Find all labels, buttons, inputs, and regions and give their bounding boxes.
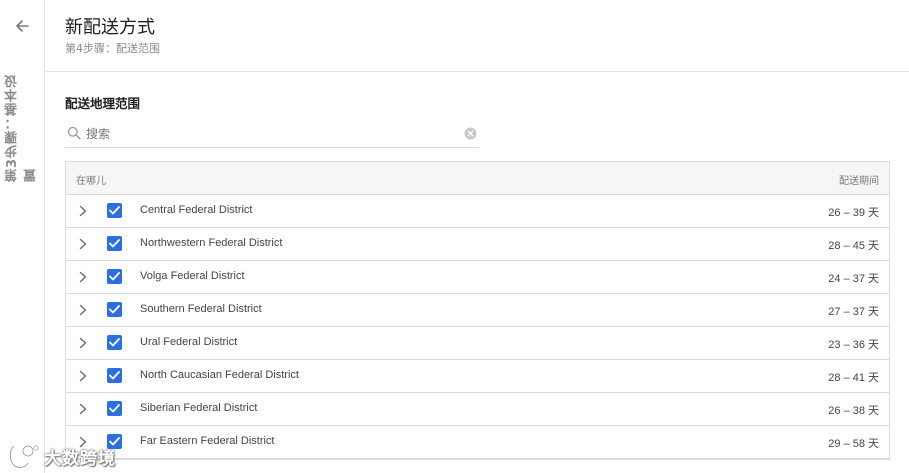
region-name: Central Federal District [140, 204, 253, 216]
region-name: Volga Federal District [140, 270, 245, 282]
table-row: Volga Federal District 24 – 37 天 [66, 261, 889, 294]
period-unit: 天 [868, 371, 879, 384]
checkmark-icon [109, 305, 120, 314]
period-unit: 天 [868, 305, 879, 318]
region-name: Ural Federal District [140, 336, 238, 348]
expand-row-button[interactable] [76, 336, 90, 350]
region-name: Northwestern Federal District [140, 237, 283, 249]
period-unit: 天 [868, 239, 879, 252]
regions-table: 在哪儿 配送期间 Central Federal District 26 – 3… [65, 161, 890, 460]
chevron-right-icon [79, 370, 87, 382]
chevron-right-icon [79, 205, 87, 217]
expand-row-button[interactable] [76, 369, 90, 383]
period-range: 28 – 45 [828, 240, 865, 252]
period-range: 29 – 58 [828, 438, 865, 450]
delivery-period: 24 – 37 天 [828, 270, 879, 286]
table-row: Southern Federal District 27 – 37 天 [66, 294, 889, 327]
previous-step-link[interactable]: 第3步骤：基本设置 [5, 62, 39, 182]
chevron-right-icon [79, 337, 87, 349]
search-input[interactable] [86, 123, 456, 145]
checkmark-icon [109, 371, 120, 380]
clear-search-icon[interactable] [464, 127, 477, 140]
left-rail: 第3步骤：基本设置 [0, 0, 45, 473]
region-checkbox[interactable] [107, 236, 122, 251]
region-checkbox[interactable] [107, 368, 122, 383]
table-header: 在哪儿 配送期间 [66, 162, 889, 195]
delivery-period: 29 – 58 天 [828, 435, 879, 451]
region-checkbox[interactable] [107, 203, 122, 218]
period-unit: 天 [868, 338, 879, 351]
delivery-period: 28 – 41 天 [828, 369, 879, 385]
period-unit: 天 [868, 272, 879, 285]
checkmark-icon [109, 338, 120, 347]
delivery-period: 27 – 37 天 [828, 303, 879, 319]
region-name: Southern Federal District [140, 303, 262, 315]
column-header-where: 在哪儿 [76, 176, 106, 187]
arrow-left-icon [16, 20, 29, 32]
region-name: North Caucasian Federal District [140, 369, 299, 381]
page-title: 新配送方式 [65, 17, 155, 38]
period-unit: 天 [868, 206, 879, 219]
chevron-right-icon [79, 304, 87, 316]
section-title: 配送地理范围 [65, 96, 141, 111]
page-header: 新配送方式 第4步骤：配送范围 [46, 0, 909, 72]
expand-row-button[interactable] [76, 237, 90, 251]
region-checkbox[interactable] [107, 401, 122, 416]
period-unit: 天 [868, 437, 879, 450]
table-row: Siberian Federal District 26 – 38 天 [66, 393, 889, 426]
checkmark-icon [109, 272, 120, 281]
delivery-period: 28 – 45 天 [828, 237, 879, 253]
period-unit: 天 [868, 404, 879, 417]
table-row: Far Eastern Federal District 29 – 58 天 [66, 426, 889, 459]
region-checkbox[interactable] [107, 269, 122, 284]
checkmark-icon [109, 239, 120, 248]
delivery-period: 26 – 38 天 [828, 402, 879, 418]
chevron-right-icon [79, 271, 87, 283]
watermark: 大数跨境 [6, 441, 116, 471]
region-checkbox[interactable] [107, 335, 122, 350]
delivery-period: 23 – 36 天 [828, 336, 879, 352]
table-row: Central Federal District 26 – 39 天 [66, 195, 889, 228]
table-row: Northwestern Federal District 28 – 45 天 [66, 228, 889, 261]
period-range: 24 – 37 [828, 273, 865, 285]
delivery-period: 26 – 39 天 [828, 204, 879, 220]
checkmark-icon [109, 206, 120, 215]
expand-row-button[interactable] [76, 303, 90, 317]
chevron-right-icon [79, 403, 87, 415]
search-icon [67, 126, 81, 140]
region-checkbox[interactable] [107, 302, 122, 317]
page-subtitle: 第4步骤：配送范围 [65, 42, 160, 55]
search-field [65, 121, 479, 148]
expand-row-button[interactable] [76, 204, 90, 218]
region-name: Far Eastern Federal District [140, 435, 275, 447]
period-range: 27 – 37 [828, 306, 865, 318]
watermark-text: 大数跨境 [44, 448, 116, 469]
expand-row-button[interactable] [76, 270, 90, 284]
chevron-right-icon [79, 238, 87, 250]
period-range: 26 – 39 [828, 207, 865, 219]
period-range: 26 – 38 [828, 405, 865, 417]
watermark-logo-icon [9, 444, 39, 469]
back-button[interactable] [11, 15, 33, 37]
column-header-period: 配送期间 [839, 176, 879, 187]
expand-row-button[interactable] [76, 402, 90, 416]
region-name: Siberian Federal District [140, 402, 258, 414]
table-row: North Caucasian Federal District 28 – 41… [66, 360, 889, 393]
period-range: 28 – 41 [828, 372, 865, 384]
period-range: 23 – 36 [828, 339, 865, 351]
checkmark-icon [109, 404, 120, 413]
table-row: Ural Federal District 23 – 36 天 [66, 327, 889, 360]
